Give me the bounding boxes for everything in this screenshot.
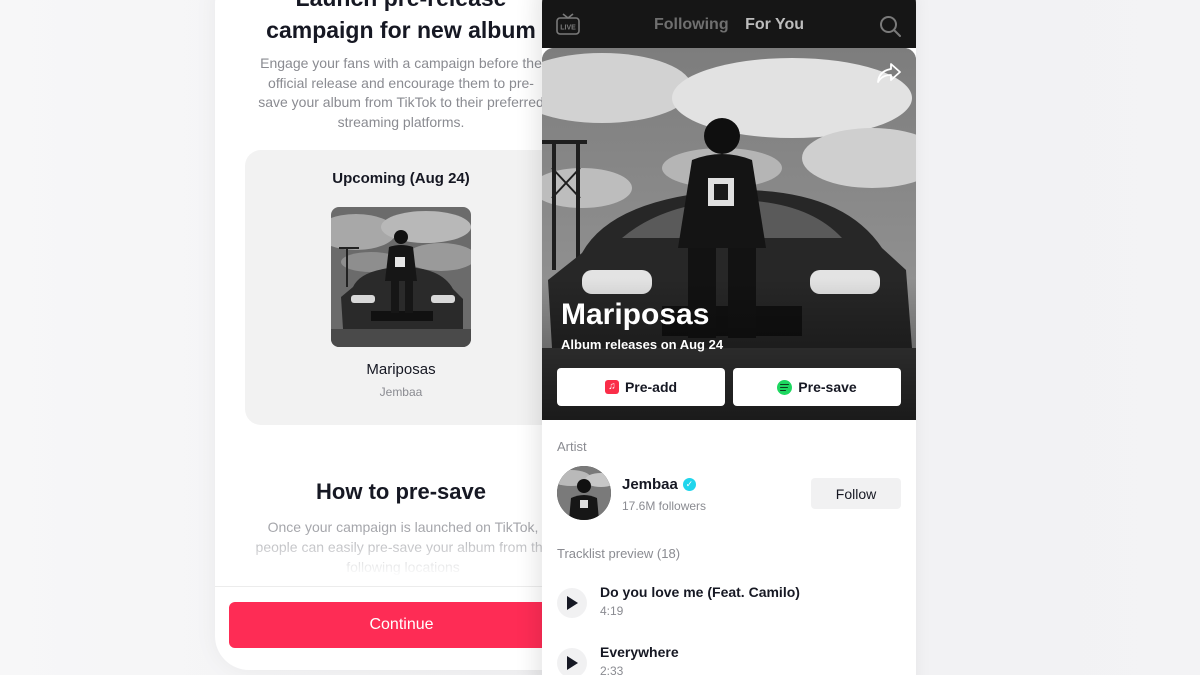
album-preview-card: Upcoming (Aug 24) Mariposas Jembaa	[245, 150, 557, 425]
track-row[interactable]: Do you love me (Feat. Camilo) 4:19	[557, 582, 897, 626]
album-title: Mariposas	[561, 298, 710, 331]
campaign-title-line1: Launch pre-release	[215, 0, 587, 14]
track-title: Everywhere	[600, 644, 679, 660]
album-hero-image: Mariposas Album releases on Aug 24 ♫ Pre…	[542, 48, 916, 420]
follow-button[interactable]: Follow	[811, 478, 901, 509]
album-release-date: Album releases on Aug 24	[561, 337, 724, 352]
scroll-fade	[215, 530, 590, 585]
play-icon[interactable]	[557, 648, 587, 675]
tab-for-you[interactable]: For You	[745, 16, 804, 34]
search-icon[interactable]	[878, 14, 902, 38]
apple-music-icon: ♫	[604, 380, 619, 394]
pre-add-button[interactable]: ♫ Pre-add	[557, 368, 725, 406]
artist-name: Jembaa	[379, 385, 423, 399]
track-duration: 2:33	[600, 664, 624, 675]
artist-section-label: Artist	[557, 439, 587, 454]
artist-avatar[interactable]	[557, 466, 611, 520]
feed-top-bar: LIVE Following For You	[542, 0, 916, 48]
pre-save-label: Pre-save	[798, 379, 857, 395]
album-cover-thumbnail	[331, 207, 471, 347]
continue-button[interactable]: Continue	[229, 602, 574, 648]
upcoming-label: Upcoming (Aug 24)	[332, 170, 470, 187]
footer-divider	[215, 586, 590, 587]
campaign-title-line2: campaign for new album	[266, 17, 536, 43]
how-to-presave-title: How to pre-save	[316, 479, 486, 504]
tab-following[interactable]: Following	[654, 16, 729, 34]
feed-tabs: Following For You	[542, 16, 916, 34]
spotify-icon	[777, 379, 793, 395]
campaign-title: Launch pre-release campaign for new albu…	[215, 0, 587, 46]
artist-name-row[interactable]: Jembaa ✓	[622, 476, 696, 493]
campaign-setup-screen: Launch pre-release campaign for new albu…	[215, 0, 590, 670]
play-icon[interactable]	[557, 588, 587, 618]
share-arrow-icon[interactable]	[876, 62, 902, 84]
artist-name: Jembaa	[622, 476, 678, 493]
pre-add-label: Pre-add	[624, 379, 678, 395]
track-title: Do you love me (Feat. Camilo)	[600, 584, 800, 600]
track-row[interactable]: Everywhere 2:33	[557, 642, 897, 675]
artist-followers: 17.6M followers	[622, 499, 707, 513]
campaign-description: Engage your fans with a campaign before …	[258, 55, 544, 130]
verified-badge-icon: ✓	[682, 478, 696, 491]
track-duration: 4:19	[600, 604, 624, 618]
album-name: Mariposas	[366, 361, 436, 378]
tracklist-section-label: Tracklist preview (18)	[557, 546, 681, 561]
album-detail-screen: LIVE Following For You Mariposas Album r…	[542, 0, 916, 675]
pre-save-button[interactable]: Pre-save	[733, 368, 901, 406]
